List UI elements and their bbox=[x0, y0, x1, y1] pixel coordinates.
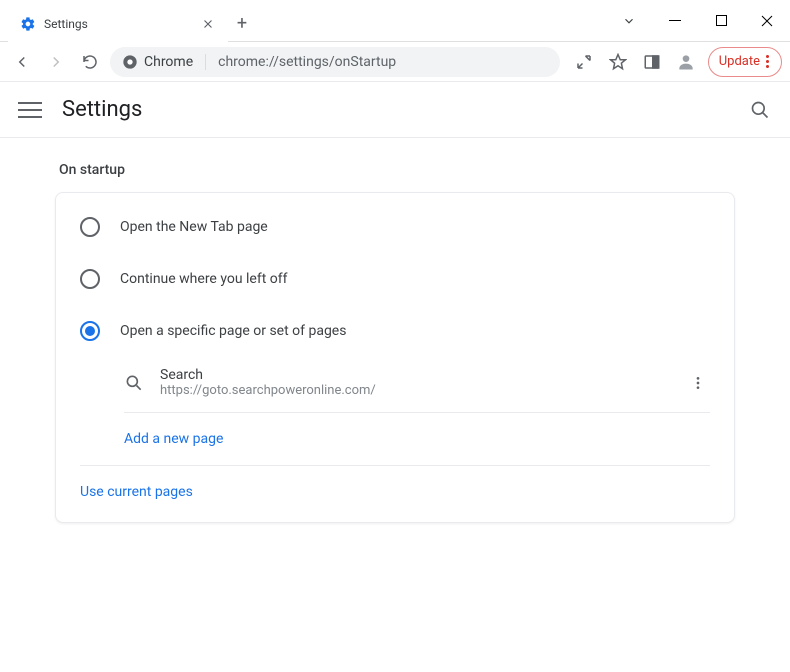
section-label: On startup bbox=[55, 162, 735, 178]
address-bar[interactable]: Chrome chrome://settings/onStartup bbox=[110, 47, 560, 77]
divider bbox=[124, 412, 710, 413]
settings-header: Settings bbox=[0, 82, 790, 138]
more-dots-icon bbox=[766, 55, 769, 68]
radio-icon bbox=[80, 269, 100, 289]
close-tab-button[interactable] bbox=[200, 16, 216, 32]
option-specific-pages[interactable]: Open a specific page or set of pages bbox=[56, 305, 734, 357]
use-current-pages-link[interactable]: Use current pages bbox=[56, 470, 734, 514]
option-continue[interactable]: Continue where you left off bbox=[56, 253, 734, 305]
option-label: Open a specific page or set of pages bbox=[120, 323, 346, 339]
chrome-chip: Chrome bbox=[122, 54, 193, 70]
page-more-button[interactable] bbox=[686, 371, 710, 395]
toolbar: Chrome chrome://settings/onStartup Updat… bbox=[0, 42, 790, 82]
divider bbox=[80, 465, 710, 466]
option-label: Open the New Tab page bbox=[120, 219, 268, 235]
window-controls bbox=[606, 0, 790, 41]
maximize-button[interactable] bbox=[698, 0, 744, 42]
sidepanel-icon[interactable] bbox=[640, 50, 664, 74]
tab-title: Settings bbox=[44, 17, 192, 31]
omnibox-divider bbox=[205, 54, 206, 70]
forward-button[interactable] bbox=[42, 48, 70, 76]
option-new-tab[interactable]: Open the New Tab page bbox=[56, 201, 734, 253]
search-icon bbox=[124, 373, 144, 393]
menu-button[interactable] bbox=[18, 98, 42, 122]
search-button[interactable] bbox=[748, 98, 772, 122]
toolbar-right: Update bbox=[566, 47, 782, 77]
update-button[interactable]: Update bbox=[708, 47, 782, 77]
content: On startup Open the New Tab page Continu… bbox=[0, 138, 790, 547]
option-label: Continue where you left off bbox=[120, 271, 288, 287]
update-label: Update bbox=[719, 54, 760, 69]
startup-page-item: Search https://goto.searchpoweronline.co… bbox=[56, 357, 734, 408]
bookmark-icon[interactable] bbox=[606, 50, 630, 74]
close-window-button[interactable] bbox=[744, 0, 790, 42]
startup-card: Open the New Tab page Continue where you… bbox=[55, 192, 735, 523]
radio-icon bbox=[80, 321, 100, 341]
gear-icon bbox=[20, 16, 36, 32]
omnibox-url: chrome://settings/onStartup bbox=[218, 54, 396, 70]
share-icon[interactable] bbox=[572, 50, 596, 74]
page-info: Search https://goto.searchpoweronline.co… bbox=[160, 367, 670, 398]
browser-tab[interactable]: Settings bbox=[8, 6, 228, 42]
chrome-chip-label: Chrome bbox=[144, 54, 193, 70]
tab-menu-button[interactable] bbox=[606, 0, 652, 42]
new-tab-button[interactable]: + bbox=[228, 6, 256, 41]
back-button[interactable] bbox=[8, 48, 36, 76]
reload-button[interactable] bbox=[76, 48, 104, 76]
page-entry-url: https://goto.searchpoweronline.com/ bbox=[160, 383, 670, 398]
minimize-button[interactable] bbox=[652, 0, 698, 42]
profile-icon[interactable] bbox=[674, 50, 698, 74]
page-title: Settings bbox=[62, 97, 142, 122]
titlebar: Settings + bbox=[0, 0, 790, 42]
page-entry-title: Search bbox=[160, 367, 670, 383]
radio-icon bbox=[80, 217, 100, 237]
add-page-link[interactable]: Add a new page bbox=[56, 417, 734, 461]
